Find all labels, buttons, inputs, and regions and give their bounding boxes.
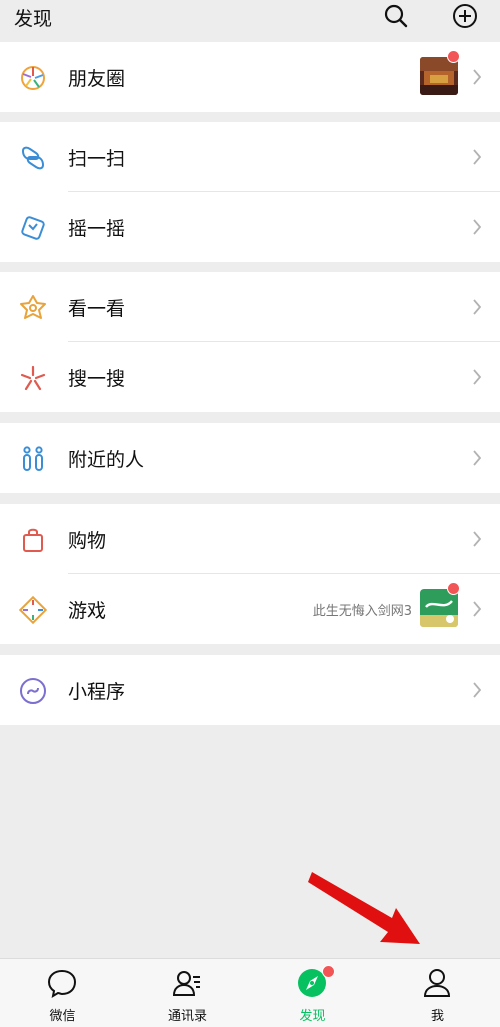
menu-item-mini-programs[interactable]: 小程序 [0,655,500,725]
group-nearby: 附近的人 [0,423,500,493]
chevron-right-icon [473,149,482,165]
group-mini-programs: 小程序 [0,655,500,725]
group-look-search: 看一看 搜一搜 [0,272,500,412]
group-scan-shake: 扫一扫 摇一摇 [0,122,500,262]
tab-label: 发现 [299,1009,326,1024]
menu-item-top-stories[interactable]: 看一看 [0,272,500,342]
games-promo-text: 此生无悔入剑网3 [312,604,412,619]
chevron-right-icon [473,219,482,235]
chat-bubble-icon [47,969,77,999]
group-shop-games: 购物 游戏 此生无悔入剑网3 [0,504,500,644]
tab-me[interactable]: 我 [375,959,500,1027]
menu-item-scan[interactable]: 扫一扫 [0,122,500,192]
menu-item-label: 摇一摇 [68,218,126,240]
menu-item-label: 游戏 [68,600,107,622]
games-icon [18,595,48,625]
profile-icon [423,969,451,997]
menu-item-label: 朋友圈 [68,68,126,90]
menu-item-label: 附近的人 [68,449,145,471]
scan-icon [21,146,45,170]
tab-label: 通讯录 [167,1009,207,1024]
chevron-right-icon [473,601,482,617]
chevron-right-icon [473,299,482,315]
menu-item-label: 看一看 [68,298,126,320]
bottom-tab-bar: 微信 通讯录 发现 我 [0,958,500,1027]
search-feature-icon [20,365,46,391]
discover-badge-dot [322,965,335,978]
menu-item-people-nearby[interactable]: 附近的人 [0,423,500,493]
chevron-right-icon [473,682,482,698]
chevron-right-icon [473,369,482,385]
people-nearby-icon [23,446,43,471]
moments-icon [21,66,45,90]
menu-item-label: 购物 [68,530,107,552]
menu-item-moments[interactable]: 朋友圈 [0,42,500,112]
top-bar: 发现 [0,0,500,42]
menu-item-games[interactable]: 游戏 此生无悔入剑网3 [0,574,500,644]
games-badge-dot [447,582,460,595]
menu-item-shopping[interactable]: 购物 [0,504,500,574]
menu-item-search[interactable]: 搜一搜 [0,342,500,412]
tab-contacts[interactable]: 通讯录 [125,959,250,1027]
tab-chats[interactable]: 微信 [0,959,125,1027]
tab-label: 我 [430,1009,444,1024]
tab-discover[interactable]: 发现 [250,959,375,1027]
menu-item-label: 搜一搜 [68,368,126,390]
chevron-right-icon [473,531,482,547]
group-moments: 朋友圈 [0,42,500,112]
mini-program-icon [20,678,46,704]
chevron-right-icon [473,69,482,85]
tab-label: 微信 [49,1009,76,1024]
page-title: 发现 [14,8,53,30]
red-arrow-annotation [308,872,420,944]
menu-item-label: 扫一扫 [68,148,126,170]
menu-item-label: 小程序 [68,681,126,703]
top-stories-icon [20,295,46,319]
chevron-right-icon [473,450,482,466]
moments-badge-dot [447,50,460,63]
search-icon[interactable] [382,2,410,30]
shake-icon [21,216,45,240]
shopping-bag-icon [23,528,43,552]
add-icon[interactable] [451,2,479,30]
contacts-icon [172,971,200,996]
menu-item-shake[interactable]: 摇一摇 [0,192,500,262]
